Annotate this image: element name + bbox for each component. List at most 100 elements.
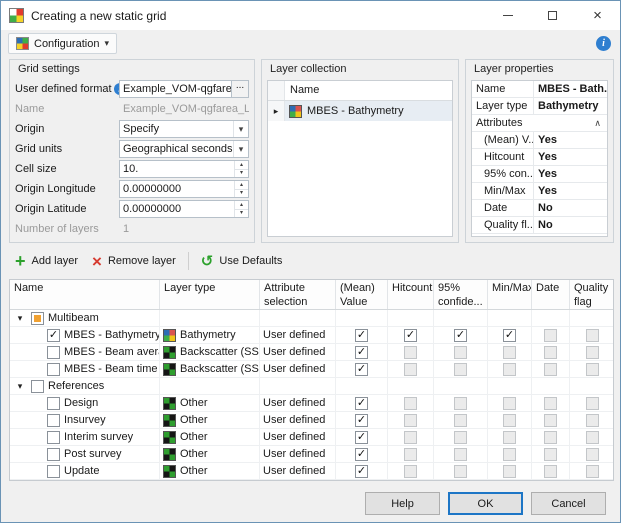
help-button[interactable]: Help xyxy=(365,492,440,515)
layer-row-update[interactable]: UpdateOtherUser defined xyxy=(10,463,613,480)
layer-checkbox[interactable] xyxy=(47,414,60,427)
spin-up-icon[interactable]: ▴ xyxy=(235,161,248,170)
attribute-cell xyxy=(434,344,488,360)
origin-latitude-spinner[interactable]: 0.00000000▴▾ xyxy=(119,200,249,218)
add-layer-button[interactable]: + Add layer xyxy=(11,250,88,272)
cancel-button[interactable]: Cancel xyxy=(531,492,606,515)
user-defined-format-row: User defined formatiExample_VOM-qgfarea_… xyxy=(15,80,249,98)
attribute-checkbox[interactable] xyxy=(454,329,467,342)
attribute-checkbox xyxy=(454,346,467,359)
column-header-mean-value[interactable]: (Mean) Value xyxy=(336,280,388,309)
attribute-selection-cell[interactable] xyxy=(260,310,336,326)
origin-dropdown[interactable]: Specify▾ xyxy=(119,120,249,138)
close-button[interactable]: × xyxy=(575,1,620,30)
group-checkbox[interactable] xyxy=(31,380,44,393)
column-header-quality-flag[interactable]: Quality flag xyxy=(570,280,614,309)
spinner-arrows[interactable]: ▴▾ xyxy=(234,201,248,217)
layer-row-mbes-beam-average[interactable]: MBES - Beam averageBackscatter (SSS)User… xyxy=(10,344,613,361)
spin-down-icon[interactable]: ▾ xyxy=(235,190,248,198)
group-checkbox[interactable] xyxy=(31,312,44,325)
property-label: Quality fl... xyxy=(472,217,534,233)
attribute-checkbox xyxy=(404,397,417,410)
layer-checkbox[interactable] xyxy=(47,329,60,342)
minimize-button[interactable] xyxy=(485,1,530,30)
attribute-cell xyxy=(434,412,488,428)
attribute-checkbox[interactable] xyxy=(503,329,516,342)
column-header-date[interactable]: Date xyxy=(532,280,570,309)
spin-up-icon[interactable]: ▴ xyxy=(235,201,248,210)
column-header-min-max[interactable]: Min/Max xyxy=(488,280,532,309)
attribute-checkbox[interactable] xyxy=(355,448,368,461)
browse-button[interactable]: ... xyxy=(232,80,249,98)
layer-row-insurvey[interactable]: InsurveyOtherUser defined xyxy=(10,412,613,429)
expander-icon[interactable]: ▾ xyxy=(13,313,27,324)
attribute-checkbox xyxy=(586,363,599,376)
group-row-references[interactable]: ▾References xyxy=(10,378,613,395)
attribute-selection-cell[interactable]: User defined xyxy=(260,344,336,360)
attribute-selection-cell[interactable]: User defined xyxy=(260,412,336,428)
layer-row-interim-survey[interactable]: Interim surveyOtherUser defined xyxy=(10,429,613,446)
column-header-layer-type[interactable]: Layer type xyxy=(160,280,260,309)
attribute-checkbox[interactable] xyxy=(355,346,368,359)
collapse-icon[interactable]: ∧ xyxy=(594,118,601,129)
spinner-arrows[interactable]: ▴▾ xyxy=(234,181,248,197)
layer-row-mbes-bathymetry[interactable]: MBES - BathymetryBathymetryUser defined xyxy=(10,327,613,344)
titlebar[interactable]: Creating a new static grid × xyxy=(1,1,620,30)
configuration-menu-button[interactable]: Configuration ▾ xyxy=(8,33,117,54)
user-defined-format-input[interactable]: Example_VOM-qgfarea_Latt... xyxy=(119,80,232,98)
attribute-cell xyxy=(570,395,614,411)
remove-layer-button[interactable]: × Remove layer xyxy=(88,251,186,272)
attribute-checkbox[interactable] xyxy=(355,431,368,444)
spin-down-icon[interactable]: ▾ xyxy=(235,170,248,178)
attribute-selection-cell[interactable]: User defined xyxy=(260,361,336,377)
attribute-selection-cell[interactable]: User defined xyxy=(260,463,336,479)
property-label: Name xyxy=(472,81,534,97)
layer-checkbox[interactable] xyxy=(47,431,60,444)
attribute-checkbox[interactable] xyxy=(355,465,368,478)
spin-up-icon[interactable]: ▴ xyxy=(235,181,248,190)
property-row-95-con: 95% con...Yes xyxy=(472,166,607,183)
attribute-checkbox[interactable] xyxy=(355,363,368,376)
remove-icon: × xyxy=(92,253,102,270)
name-column-header[interactable]: Name xyxy=(285,81,452,100)
info-icon[interactable]: i xyxy=(596,36,611,51)
expander-icon[interactable]: ▾ xyxy=(13,381,27,392)
field-label-wrap: Origin Longitude xyxy=(15,183,119,195)
attribute-checkbox xyxy=(544,346,557,359)
layer-name: MBES - Beam average xyxy=(64,346,160,358)
layer-row-design[interactable]: DesignOtherUser defined xyxy=(10,395,613,412)
layer-collection-row[interactable]: ▸ MBES - Bathymetry xyxy=(268,101,452,121)
spinner-arrows[interactable]: ▴▾ xyxy=(234,161,248,177)
use-defaults-button[interactable]: ↺ Use Defaults xyxy=(197,252,293,271)
attribute-checkbox[interactable] xyxy=(404,329,417,342)
column-header-name[interactable]: Name xyxy=(10,280,160,309)
origin-longitude-spinner[interactable]: 0.00000000▴▾ xyxy=(119,180,249,198)
column-header-95-confide[interactable]: 95% confide... xyxy=(434,280,488,309)
layer-row-mbes-beam-time-s[interactable]: MBES - Beam time s...Backscatter (SSS)Us… xyxy=(10,361,613,378)
grid-units-dropdown[interactable]: Geographical seconds▾ xyxy=(119,140,249,158)
attribute-selection-cell[interactable] xyxy=(260,378,336,394)
cell-size-spinner[interactable]: 10.▴▾ xyxy=(119,160,249,178)
maximize-button[interactable] xyxy=(530,1,575,30)
attribute-selection-cell[interactable]: User defined xyxy=(260,429,336,445)
attribute-checkbox[interactable] xyxy=(355,414,368,427)
layer-checkbox[interactable] xyxy=(47,363,60,376)
column-header-hitcount[interactable]: Hitcount xyxy=(388,280,434,309)
attribute-selection-cell[interactable]: User defined xyxy=(260,446,336,462)
ok-button[interactable]: OK xyxy=(448,492,523,515)
attribute-checkbox[interactable] xyxy=(355,329,368,342)
layer-checkbox[interactable] xyxy=(47,448,60,461)
attribute-selection-value: User defined xyxy=(263,448,325,460)
spin-down-icon[interactable]: ▾ xyxy=(235,210,248,218)
attribute-checkbox[interactable] xyxy=(355,397,368,410)
group-row-multibeam[interactable]: ▾Multibeam xyxy=(10,310,613,327)
layer-checkbox[interactable] xyxy=(47,465,60,478)
layer-row-post-survey[interactable]: Post surveyOtherUser defined xyxy=(10,446,613,463)
column-header-attribute-selection[interactable]: Attribute selection xyxy=(260,280,336,309)
layer-checkbox[interactable] xyxy=(47,397,60,410)
layer-checkbox[interactable] xyxy=(47,346,60,359)
attribute-selection-cell[interactable]: User defined xyxy=(260,395,336,411)
property-row-layer-type: Layer typeBathymetry xyxy=(472,98,607,115)
layer-type-cell: Backscatter (SSS) xyxy=(160,344,260,360)
attribute-selection-cell[interactable]: User defined xyxy=(260,327,336,343)
